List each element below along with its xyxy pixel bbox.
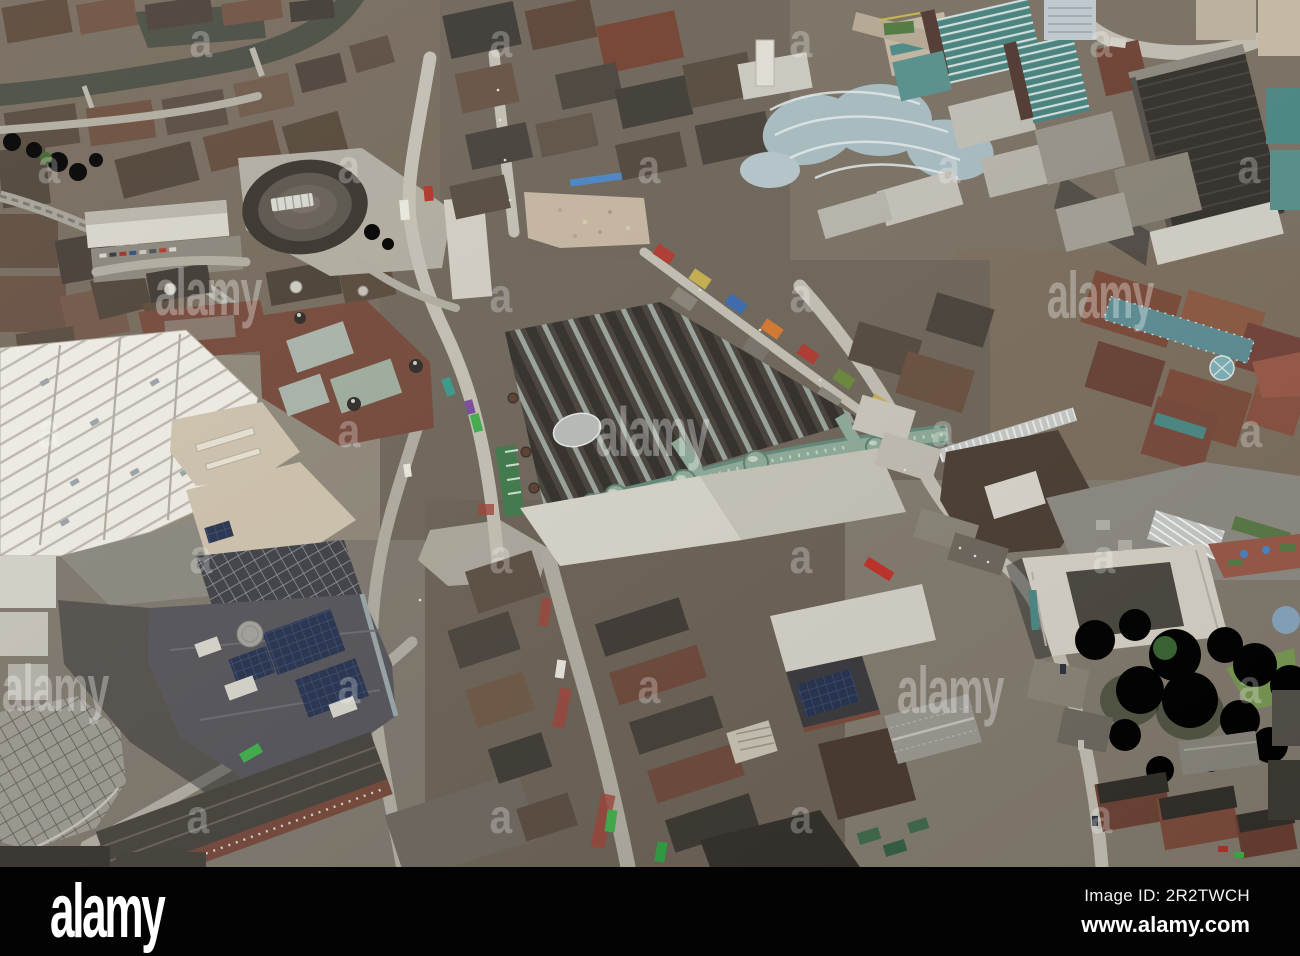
alamy-footer-bar: alamy Image ID: 2R2TWCH www.alamy.com — [0, 867, 1300, 956]
aerial-photo: alamy alamy alamy alamy alamy a a a a a a a a a a a a a a a… — [0, 0, 1300, 867]
alamy-logo: alamy — [50, 868, 166, 954]
image-id-line: Image ID: 2R2TWCH — [1081, 886, 1250, 906]
alamy-stock-photo-page: alamy alamy alamy alamy alamy a a a a a a a a a a a a a a a… — [0, 0, 1300, 956]
image-id-label: Image ID: — [1084, 885, 1161, 905]
alamy-website-url: www.alamy.com — [1081, 911, 1250, 937]
footer-meta: Image ID: 2R2TWCH www.alamy.com — [1081, 886, 1250, 938]
aerial-photo-scene — [0, 0, 1300, 867]
photo-vignette — [0, 0, 1300, 867]
image-id-value: 2R2TWCH — [1165, 885, 1250, 905]
